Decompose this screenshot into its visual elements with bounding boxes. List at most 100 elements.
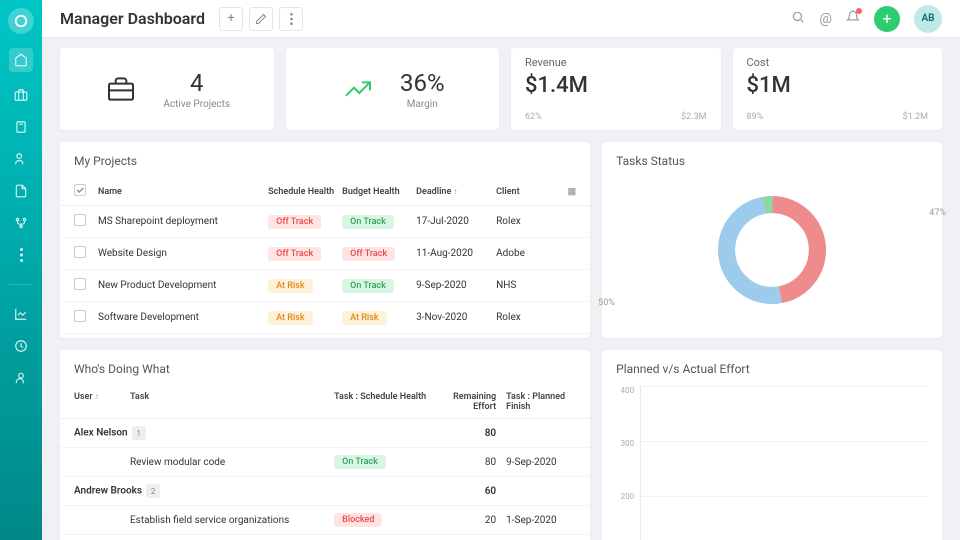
mention-icon[interactable]: @ bbox=[819, 11, 832, 27]
cell-remaining: 80 bbox=[428, 457, 506, 468]
col-planned-finish[interactable]: Task : Planned Finish bbox=[506, 392, 576, 412]
user-name: Alex Nelson1 bbox=[74, 426, 334, 440]
tasks-status-card: Tasks Status 50% 47% bbox=[602, 142, 942, 338]
add-page-button[interactable]: + bbox=[219, 7, 243, 31]
row-checkbox[interactable] bbox=[74, 310, 86, 322]
col-task[interactable]: Task bbox=[130, 392, 334, 412]
col-name[interactable]: Name bbox=[98, 187, 268, 197]
table-row[interactable]: Website Design Off Track Off Track 11-Au… bbox=[60, 238, 590, 270]
app-logo[interactable] bbox=[8, 8, 34, 34]
donut-chart: 50% 47% bbox=[616, 174, 928, 326]
kpi-active-projects: 4 Active Projects bbox=[60, 48, 274, 130]
col-task-schedule[interactable]: Task : Schedule Health bbox=[334, 392, 428, 412]
schedule-pill: Off Track bbox=[268, 215, 321, 229]
table-header: User ↑ Task Task : Schedule Health Remai… bbox=[60, 386, 590, 419]
global-add-button[interactable]: + bbox=[874, 6, 900, 32]
table-row[interactable]: New Product Development At Risk On Track… bbox=[60, 270, 590, 302]
nav-more-icon[interactable] bbox=[12, 246, 30, 264]
user-group-row[interactable]: Andrew Brooks2 60 bbox=[60, 477, 590, 506]
task-row[interactable]: Establish field service organizationsBlo… bbox=[60, 506, 590, 535]
col-budget[interactable]: Budget Health bbox=[342, 187, 416, 197]
cell-finish: 1-Sep-2020 bbox=[506, 515, 576, 526]
kpi-pct: 89% bbox=[747, 112, 764, 122]
budget-pill: On Track bbox=[342, 279, 394, 293]
kpi-value: $1.4M bbox=[525, 73, 707, 98]
cell-deadline: 17-Jul-2020 bbox=[416, 216, 496, 227]
row-checkbox[interactable] bbox=[74, 278, 86, 290]
col-schedule[interactable]: Schedule Health bbox=[268, 187, 342, 197]
schedule-pill: Blocked bbox=[334, 513, 382, 527]
nav-clipboard-icon[interactable] bbox=[12, 118, 30, 136]
nav-user-icon[interactable] bbox=[12, 369, 30, 387]
row-checkbox[interactable] bbox=[74, 246, 86, 258]
kpi-target: $2.3M bbox=[681, 112, 706, 122]
topbar: Manager Dashboard + @ + AB bbox=[42, 0, 960, 38]
cell-deadline: 9-Sep-2020 bbox=[416, 280, 496, 291]
section-title: Tasks Status bbox=[616, 154, 928, 174]
nav-branch-icon[interactable] bbox=[12, 214, 30, 232]
col-deadline[interactable]: Deadline ↑ bbox=[416, 187, 496, 197]
kpi-margin: 36%Margin bbox=[286, 48, 500, 130]
bell-icon[interactable] bbox=[846, 10, 860, 28]
cell-client: Rolex bbox=[496, 216, 556, 227]
whos-doing-what-card: Who's Doing What User ↑ Task Task : Sche… bbox=[60, 350, 590, 540]
my-projects-card: My Projects Name Schedule Health Budget … bbox=[60, 142, 590, 338]
table-row[interactable]: MS Sharepoint deployment Off Track On Tr… bbox=[60, 206, 590, 238]
col-client[interactable]: Client bbox=[496, 187, 556, 197]
col-remaining[interactable]: Remaining Effort bbox=[428, 392, 506, 412]
page-title: Manager Dashboard bbox=[60, 9, 205, 28]
nav-clock-icon[interactable] bbox=[12, 337, 30, 355]
group-total: 60 bbox=[428, 486, 506, 497]
cell-client: Rolex bbox=[496, 312, 556, 323]
task-row[interactable]: Ensure required material is in stockBloc… bbox=[60, 535, 590, 540]
kpi-value: $1M bbox=[747, 73, 929, 98]
cell-task: Review modular code bbox=[130, 457, 334, 468]
kpi-value: 4 bbox=[190, 69, 204, 97]
edit-page-button[interactable] bbox=[249, 7, 273, 31]
select-all-checkbox[interactable] bbox=[74, 184, 86, 196]
kpi-target: $1.2M bbox=[903, 112, 928, 122]
kpi-label: Active Projects bbox=[163, 99, 230, 110]
planned-vs-actual-card: Planned v/s Actual Effort 4003002001000 … bbox=[602, 350, 942, 540]
section-title: My Projects bbox=[60, 154, 590, 178]
cell-name: MS Sharepoint deployment bbox=[98, 216, 268, 227]
kpi-revenue: Revenue $1.4M 62%$2.3M bbox=[511, 48, 721, 130]
trend-icon bbox=[340, 71, 376, 107]
nav-file-icon[interactable] bbox=[12, 182, 30, 200]
schedule-pill: At Risk bbox=[268, 279, 312, 293]
cell-deadline: 3-Nov-2020 bbox=[416, 312, 496, 323]
task-row[interactable]: Review modular codeOn Track809-Sep-2020 bbox=[60, 448, 590, 477]
search-icon[interactable] bbox=[791, 10, 805, 28]
budget-pill: Off Track bbox=[342, 247, 395, 261]
nav-dashboard-icon[interactable] bbox=[9, 48, 33, 72]
nav-users-icon[interactable] bbox=[12, 150, 30, 168]
cell-client: Adobe bbox=[496, 248, 556, 259]
section-title: Who's Doing What bbox=[60, 362, 590, 386]
more-page-button[interactable] bbox=[279, 7, 303, 31]
user-group-row[interactable]: Alex Nelson1 80 bbox=[60, 419, 590, 448]
sidebar bbox=[0, 0, 42, 540]
section-title: Planned v/s Actual Effort bbox=[616, 362, 928, 386]
col-user[interactable]: User ↑ bbox=[74, 392, 130, 412]
calendar-icon[interactable]: ▦ bbox=[556, 187, 576, 197]
donut-label-a: 50% bbox=[598, 298, 615, 308]
budget-pill: At Risk bbox=[342, 311, 386, 325]
row-checkbox[interactable] bbox=[74, 214, 86, 226]
cell-name: New Product Development bbox=[98, 280, 268, 291]
table-row[interactable]: Software Development At Risk At Risk 3-N… bbox=[60, 302, 590, 334]
cell-client: NHS bbox=[496, 280, 556, 291]
avatar[interactable]: AB bbox=[914, 5, 942, 33]
user-name: Andrew Brooks2 bbox=[74, 484, 334, 498]
kpi-pct: 62% bbox=[525, 112, 542, 122]
schedule-pill: At Risk bbox=[268, 311, 312, 325]
table-header: Name Schedule Health Budget Health Deadl… bbox=[60, 178, 590, 206]
kpi-cost: Cost $1M 89% $1.2M bbox=[733, 48, 943, 130]
budget-pill: On Track bbox=[342, 215, 394, 229]
cell-finish: 9-Sep-2020 bbox=[506, 457, 576, 468]
nav-briefcase-icon[interactable] bbox=[12, 86, 30, 104]
schedule-pill: Off Track bbox=[268, 247, 321, 261]
group-total: 80 bbox=[428, 428, 506, 439]
kpi-label: Cost bbox=[747, 56, 929, 69]
briefcase-icon bbox=[103, 71, 139, 107]
nav-chart-icon[interactable] bbox=[12, 305, 30, 323]
